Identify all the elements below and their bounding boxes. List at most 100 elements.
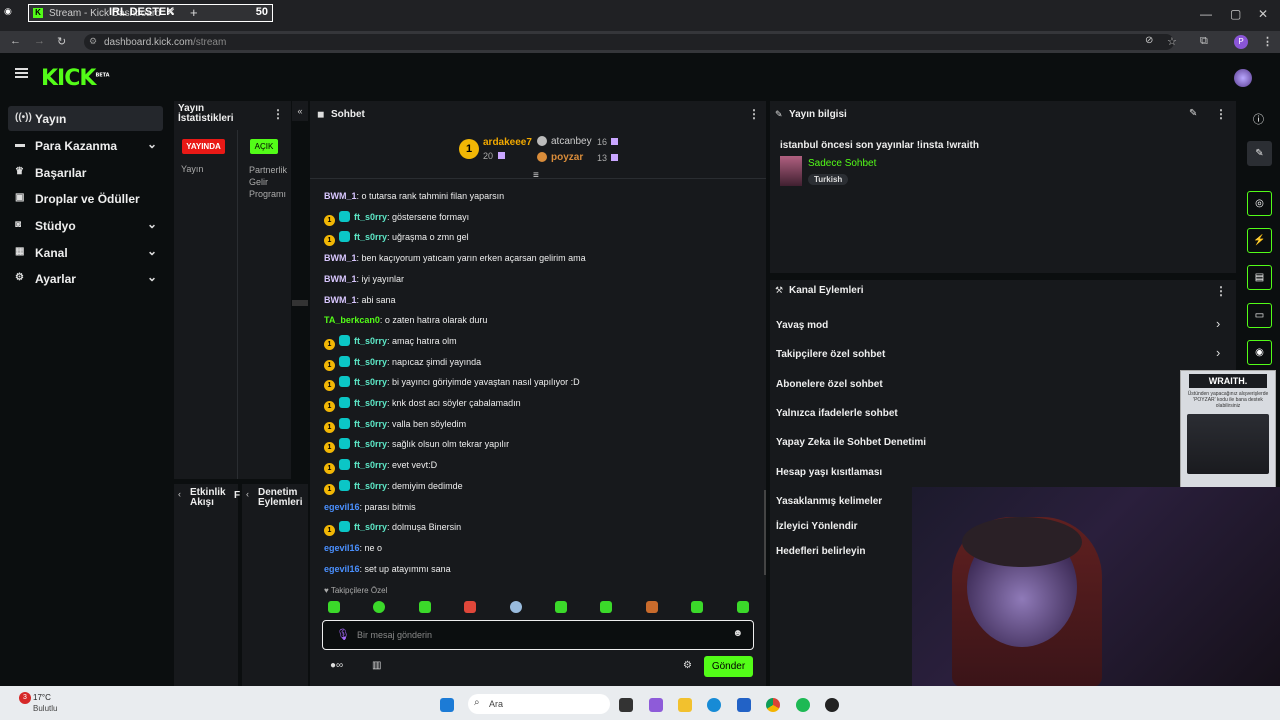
chat-username[interactable]: ft_s0rry (354, 439, 387, 449)
action-account-age[interactable]: Hesap yaşı kısıtlaması (776, 467, 882, 478)
sidebar-item-channel[interactable]: ▦ Kanal ⌄ (8, 240, 163, 265)
chat-scrollbar[interactable] (764, 490, 766, 575)
url-field[interactable]: ⚙ dashboard.kick.com/stream (84, 34, 1174, 50)
kick-logo[interactable]: KICKBETA (41, 66, 110, 91)
chat-username[interactable]: ft_s0rry (354, 232, 387, 242)
emote-icon[interactable] (555, 601, 567, 613)
action-banned-words[interactable]: Yasaklanmış kelimeler (776, 496, 882, 507)
minimize-icon[interactable]: — (1200, 7, 1212, 21)
action-goals[interactable]: Hedefleri belirleyin (776, 546, 865, 557)
chat-username[interactable]: ft_s0rry (354, 419, 387, 429)
chat-bubble-icon[interactable]: ▭ (1247, 303, 1272, 328)
action-followers-only[interactable]: Takipçilere özel sohbet (776, 349, 885, 360)
action-slow-mode[interactable]: Yavaş mod (776, 320, 828, 331)
collapse-icon[interactable]: « (292, 101, 308, 121)
page-icon[interactable]: ▤ (1247, 265, 1272, 290)
leader-name[interactable]: ardakeee7 (483, 137, 532, 148)
category-link[interactable]: Sadece Sohbet (808, 158, 876, 169)
emote-icon[interactable] (328, 601, 340, 613)
extensions-icon[interactable]: ⧉ (1200, 35, 1208, 48)
chevron-right-icon[interactable]: › (1216, 345, 1220, 360)
chat-username[interactable]: ft_s0rry (354, 336, 387, 346)
folder-icon[interactable] (678, 698, 692, 712)
browser-menu-icon[interactable]: ⋮ (1262, 35, 1273, 48)
points-icon[interactable]: ●∞ (330, 660, 343, 671)
chat-username[interactable]: TA_berkcan0 (324, 315, 380, 325)
emote-icon[interactable] (464, 601, 476, 613)
emote-icon[interactable] (737, 601, 749, 613)
action-subscribers-only[interactable]: Abonelere özel sohbet (776, 379, 883, 390)
new-tab-icon[interactable]: + (190, 5, 198, 20)
profile-avatar[interactable]: P (1234, 35, 1248, 49)
chat-settings-icon[interactable]: ⚙ (683, 660, 692, 671)
action-ai-moderation[interactable]: Yapay Zeka ile Sohbet Denetimi (776, 437, 926, 448)
emote-icon[interactable] (510, 601, 522, 613)
eye-off-icon[interactable]: ⊘ (1145, 35, 1153, 46)
reload-icon[interactable]: ↻ (57, 35, 66, 48)
edge-icon[interactable] (707, 698, 721, 712)
chat-username[interactable]: BWM_1 (324, 295, 357, 305)
chat-username[interactable]: ft_s0rry (354, 212, 387, 222)
chat-username[interactable]: ft_s0rry (354, 522, 387, 532)
chat-username[interactable]: BWM_1 (324, 191, 357, 201)
menu-icon[interactable] (15, 68, 28, 78)
chevron-right-icon[interactable]: › (1216, 316, 1220, 331)
chat-username[interactable]: BWM_1 (324, 274, 357, 284)
browser-tab[interactable]: K Stream - Kick Dashboard IRL DESTEK ✕ 5… (28, 4, 273, 22)
emote-icon[interactable] (373, 601, 385, 613)
store-icon[interactable]: ▥ (372, 660, 381, 671)
star-icon[interactable]: ☆ (1167, 35, 1177, 48)
emoji-icon[interactable]: ☻ (732, 628, 743, 639)
close-window-icon[interactable]: ✕ (1258, 7, 1268, 21)
chrome-icon[interactable] (766, 698, 780, 712)
site-info-icon[interactable]: ⚙ (89, 36, 97, 47)
chat-username[interactable]: ft_s0rry (354, 357, 387, 367)
expand-icon[interactable]: ≡ (533, 170, 539, 181)
panel-menu-icon[interactable]: ⋮ (748, 107, 760, 121)
broadcast-rail-icon[interactable]: ◉ (1247, 340, 1272, 365)
sidebar-item-settings[interactable]: ⚙ Ayarlar ⌄ (8, 266, 163, 291)
chat-username[interactable]: BWM_1 (324, 253, 357, 263)
tab-close-icon[interactable]: ✕ (167, 7, 175, 18)
mic-icon[interactable]: 🎙 (336, 628, 350, 641)
chat-username[interactable]: ft_s0rry (354, 460, 387, 470)
sidebar-item-monetization[interactable]: ▬ Para Kazanma ⌄ (8, 133, 163, 158)
sidebar-item-drops[interactable]: ▣ Droplar ve Ödüller (8, 186, 163, 211)
sidebar-item-studio[interactable]: ◙ Stüdyo ⌄ (8, 213, 163, 238)
task-view-icon[interactable] (619, 698, 633, 712)
edit-layout-icon[interactable]: ✎ (1247, 141, 1272, 166)
chat-username[interactable]: ft_s0rry (354, 377, 387, 387)
leader-name[interactable]: atcanbey (551, 136, 592, 147)
taskbar-search[interactable]: ⌕ Ara (468, 694, 610, 714)
windows-start-icon[interactable] (440, 698, 454, 712)
chat-username[interactable]: egevil16 (324, 543, 360, 553)
chat-username[interactable]: egevil16 (324, 502, 360, 512)
chevron-left-icon[interactable]: ‹ (246, 489, 249, 499)
back-icon[interactable]: ← (10, 35, 21, 47)
action-host[interactable]: İzleyici Yönlendir (776, 521, 858, 532)
copilot-icon[interactable] (649, 698, 663, 712)
info-icon[interactable]: ⓘ (1253, 111, 1264, 127)
tab-search-icon[interactable]: ◉ (4, 6, 12, 17)
camera-icon[interactable]: ◎ (1247, 191, 1272, 216)
leader-name[interactable]: poyzar (551, 152, 583, 163)
spotify-icon[interactable] (796, 698, 810, 712)
resize-handle[interactable] (292, 300, 308, 306)
bolt-icon[interactable]: ⚡ (1247, 228, 1272, 253)
chat-username[interactable]: ft_s0rry (354, 481, 387, 491)
emote-icon[interactable] (600, 601, 612, 613)
chat-username[interactable]: ft_s0rry (354, 398, 387, 408)
user-avatar[interactable] (1234, 69, 1252, 87)
panel-menu-icon[interactable]: ⋮ (1215, 284, 1227, 298)
panel-menu-icon[interactable]: ⋮ (272, 107, 284, 121)
send-button[interactable]: Gönder (704, 656, 753, 677)
emote-icon[interactable] (646, 601, 658, 613)
chat-input[interactable]: 🎙 Bir mesaj gönderin ☻ (322, 620, 754, 650)
emote-icon[interactable] (691, 601, 703, 613)
sidebar-item-achievements[interactable]: ♛ Başarılar (8, 160, 163, 185)
chat-username[interactable]: egevil16 (324, 564, 360, 574)
action-emotes-only[interactable]: Yalnızca ifadelerle sohbet (776, 408, 898, 419)
store-app-icon[interactable] (737, 698, 751, 712)
panel-menu-icon[interactable]: ⋮ (1215, 107, 1227, 121)
chevron-left-icon[interactable]: ‹ (178, 489, 181, 499)
